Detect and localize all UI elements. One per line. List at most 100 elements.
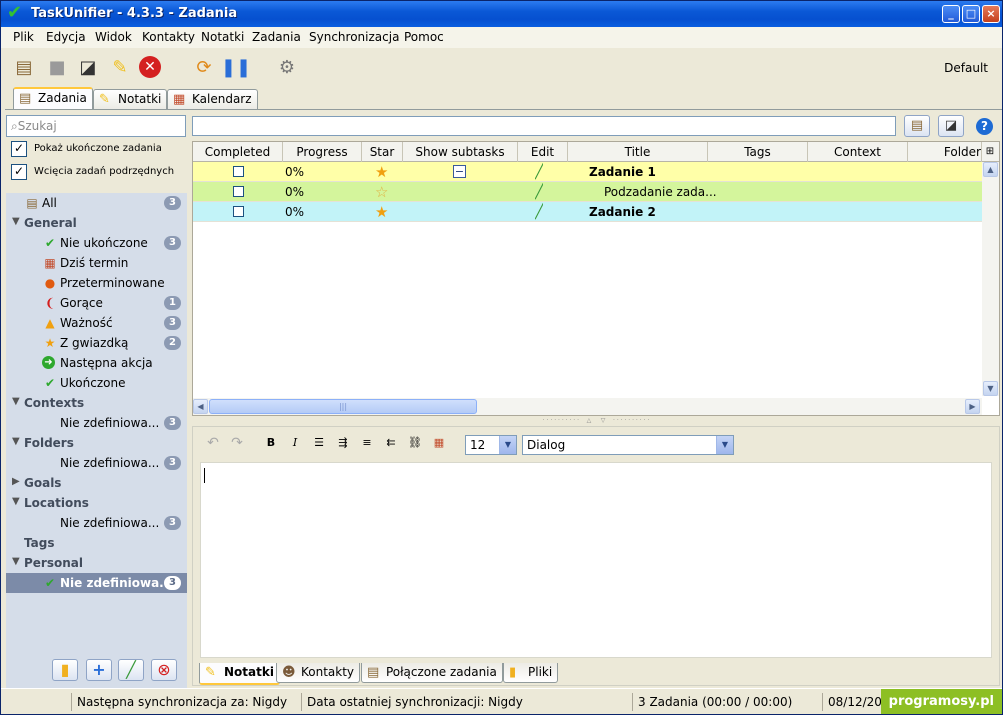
italic-icon[interactable]: I: [287, 435, 303, 451]
collapse-subtasks-icon[interactable]: −: [453, 165, 466, 178]
edit-pencil-icon[interactable]: ╱: [535, 202, 543, 222]
tab-kalendarz[interactable]: ▦ Kalendarz: [167, 89, 258, 109]
profile-label[interactable]: Default: [944, 61, 988, 75]
completed-checkbox[interactable]: [233, 206, 244, 217]
maximize-button[interactable]: □: [962, 5, 980, 23]
note-text-area[interactable]: [200, 462, 992, 658]
split-divider[interactable]: · · · · · · · · · · △ ▽ · · · · · · · · …: [192, 417, 1000, 425]
tree-item[interactable]: ✔ Nie ukończone 3: [6, 233, 187, 253]
star-empty-icon[interactable]: ☆: [375, 182, 388, 202]
new-note-icon[interactable]: ✎: [107, 54, 133, 80]
tree-item[interactable]: ★ Z gwiazdką 2: [6, 333, 187, 353]
menu-kontakty[interactable]: Kontakty: [142, 30, 195, 44]
font-family-select[interactable]: Dialog ▼: [522, 435, 734, 455]
scroll-left-icon[interactable]: ◀: [193, 399, 208, 414]
edit-button[interactable]: ╱: [118, 659, 144, 681]
tree-item[interactable]: ▲ Ważność 3: [6, 313, 187, 333]
col-folder[interactable]: Folder: [908, 142, 983, 162]
col-title[interactable]: Title: [568, 142, 708, 162]
outdent-list-icon[interactable]: ⇇: [383, 435, 399, 451]
tree-header-locations[interactable]: ▼ Locations: [6, 493, 187, 513]
col-completed[interactable]: Completed: [193, 142, 283, 162]
redo-icon[interactable]: ↷: [229, 435, 245, 451]
progress-cell[interactable]: 0%: [285, 162, 304, 182]
vertical-scrollbar[interactable]: ▲ ▼: [982, 162, 999, 396]
tree-item[interactable]: ➜ Następna akcja: [6, 353, 187, 373]
tree-item[interactable]: ✔ Nie zdefiniowa... 3: [6, 573, 187, 593]
edit-pencil-icon[interactable]: ╱: [535, 182, 543, 202]
progress-cell[interactable]: 0%: [285, 202, 304, 222]
indent-list-icon[interactable]: ⇶: [335, 435, 351, 451]
scroll-thumb[interactable]: |||: [209, 399, 477, 414]
tree-item[interactable]: ▦ Dziś termin: [6, 253, 187, 273]
quick-filter-input[interactable]: [192, 116, 896, 136]
font-size-select[interactable]: 12 ▼: [465, 435, 517, 455]
minimize-button[interactable]: _: [942, 5, 960, 23]
add-subtask-button[interactable]: ◪: [938, 115, 964, 137]
help-icon[interactable]: ?: [976, 118, 993, 135]
sync-icon[interactable]: ⟳: [191, 54, 217, 80]
bold-icon[interactable]: B: [263, 435, 279, 451]
title-cell[interactable]: Zadanie 1: [589, 162, 656, 182]
expanded-arrow-icon[interactable]: ▼: [12, 496, 20, 507]
tab-zadania[interactable]: ▤ Zadania: [13, 87, 93, 109]
table-row[interactable]: 0% ★ ╱ Zadanie 2: [193, 202, 983, 222]
delete-icon[interactable]: ✕: [139, 56, 161, 78]
menu-zadania[interactable]: Zadania: [252, 30, 301, 44]
indent-subtasks-checkbox[interactable]: ✓: [11, 164, 27, 180]
menu-plik[interactable]: Plik: [13, 30, 34, 44]
tree-item[interactable]: Nie zdefiniowa... 3: [6, 453, 187, 473]
tab-pliki[interactable]: ▮ Pliki: [503, 663, 559, 683]
menu-edycja[interactable]: Edycja: [46, 30, 86, 44]
tree-header-folders[interactable]: ▼ Folders: [6, 433, 187, 453]
tab-notatki-bottom[interactable]: ✎ Notatki: [199, 663, 280, 685]
tree-header-tags[interactable]: Tags: [6, 533, 187, 553]
chevron-down-icon[interactable]: ▼: [499, 436, 516, 454]
tree-item[interactable]: Nie zdefiniowa... 3: [6, 513, 187, 533]
menu-pomoc[interactable]: Pomoc: [404, 30, 444, 44]
collapsed-arrow-icon[interactable]: ▶: [12, 476, 20, 487]
link-icon[interactable]: ⛓: [407, 435, 423, 451]
tree-header-goals[interactable]: ▶ Goals: [6, 473, 187, 493]
menu-synchronizacja[interactable]: Synchronizacja: [309, 30, 399, 44]
tab-notatki[interactable]: ✎ Notatki: [93, 89, 168, 109]
title-cell[interactable]: Podzadanie zada...: [604, 182, 717, 202]
tree-header-personal[interactable]: ▼ Personal: [6, 553, 187, 573]
col-tags[interactable]: Tags: [708, 142, 808, 162]
star-filled-icon[interactable]: ★: [375, 162, 388, 182]
col-edit[interactable]: Edit: [518, 142, 568, 162]
tree-header-general[interactable]: ▼ General: [6, 213, 187, 233]
completed-checkbox[interactable]: [233, 186, 244, 197]
numbered-list-icon[interactable]: ≡: [359, 435, 375, 451]
add-button[interactable]: +: [86, 659, 112, 681]
date-icon[interactable]: ▦: [431, 435, 447, 451]
tree-item[interactable]: ▤ All 3: [6, 193, 187, 213]
star-filled-icon[interactable]: ★: [375, 202, 388, 222]
remove-button[interactable]: ⊗: [151, 659, 177, 681]
tree-item[interactable]: Nie zdefiniowa... 3: [6, 413, 187, 433]
search-input[interactable]: ⌕Szukaj: [6, 115, 186, 137]
tree-item[interactable]: ● Przeterminowane: [6, 273, 187, 293]
col-star[interactable]: Star: [362, 142, 403, 162]
new-task-icon[interactable]: ▤: [11, 54, 37, 80]
col-context[interactable]: Context: [808, 142, 908, 162]
expanded-arrow-icon[interactable]: ▼: [12, 436, 20, 447]
scroll-right-icon[interactable]: ▶: [965, 399, 980, 414]
edit-pencil-icon[interactable]: ╱: [535, 162, 543, 182]
tree-header-contexts[interactable]: ▼ Contexts: [6, 393, 187, 413]
undo-icon[interactable]: ↶: [205, 435, 221, 451]
show-completed-checkbox[interactable]: ✓: [11, 141, 27, 157]
menu-widok[interactable]: Widok: [95, 30, 132, 44]
add-folder-button[interactable]: ▮: [52, 659, 78, 681]
col-show-subtasks[interactable]: Show subtasks: [403, 142, 518, 162]
chevron-down-icon[interactable]: ▼: [716, 436, 733, 454]
menu-notatki[interactable]: Notatki: [201, 30, 244, 44]
add-task-button[interactable]: ▤: [904, 115, 930, 137]
scroll-up-icon[interactable]: ▲: [983, 162, 998, 177]
table-row[interactable]: 0% ☆ ╱ Podzadanie zada...: [193, 182, 983, 202]
column-chooser-icon[interactable]: ⊞: [981, 142, 998, 162]
settings-icon[interactable]: ⚙: [274, 54, 300, 80]
col-progress[interactable]: Progress: [283, 142, 362, 162]
bullet-list-icon[interactable]: ☰: [311, 435, 327, 451]
title-cell[interactable]: Zadanie 2: [589, 202, 656, 222]
